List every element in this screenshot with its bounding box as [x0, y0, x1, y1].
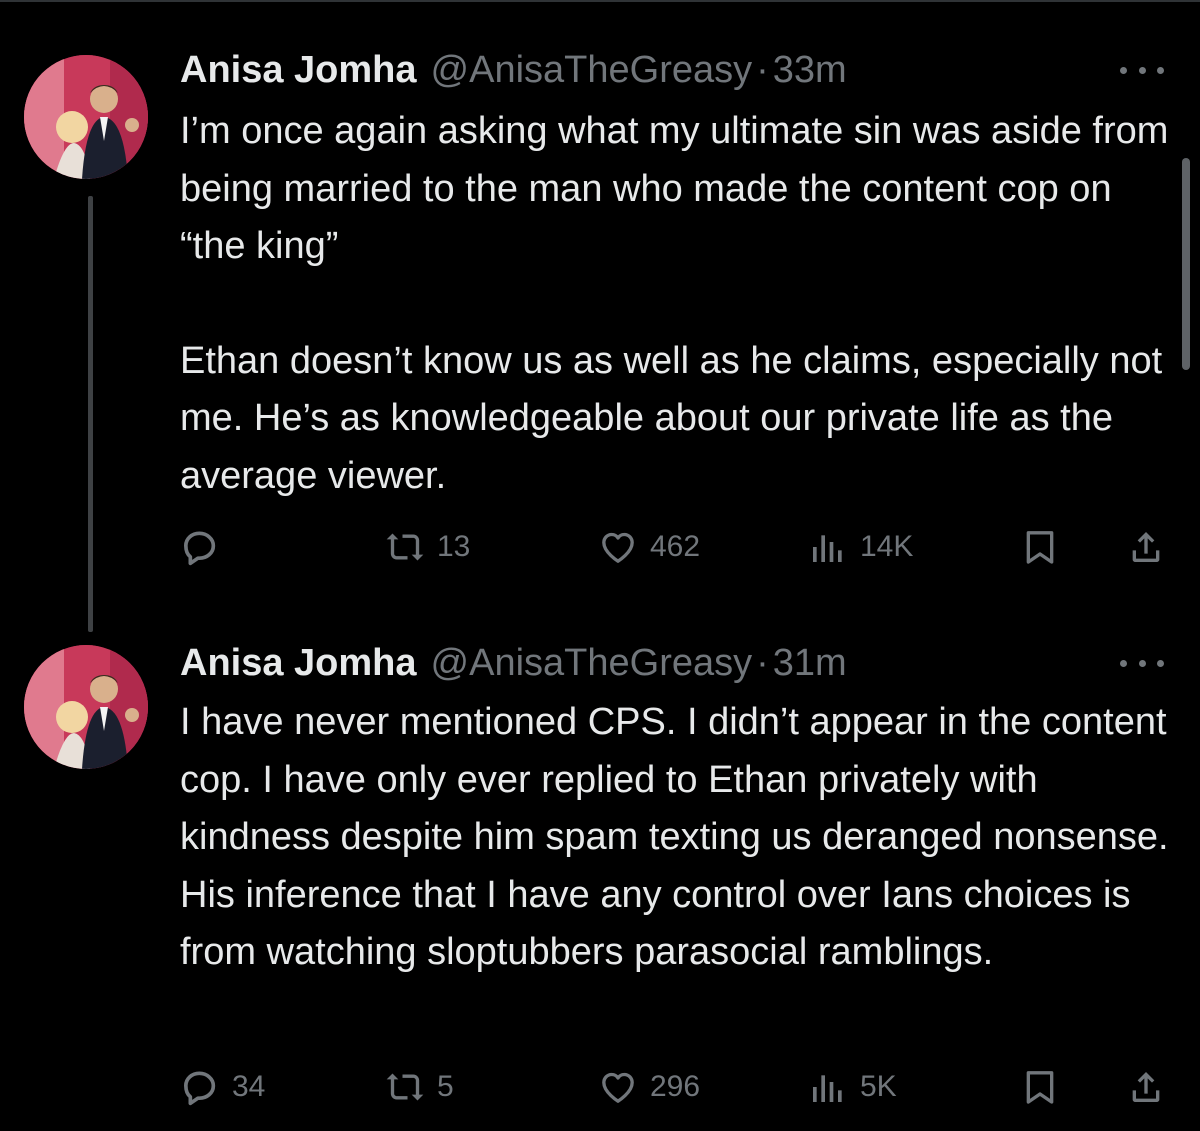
- like-count: 462: [650, 530, 701, 563]
- avatar[interactable]: [24, 645, 148, 769]
- tweet-header: Anisa Jomha @AnisaTheGreasy · 31m: [180, 638, 847, 688]
- retweet-count: 5: [437, 1070, 454, 1103]
- more-dot: [1120, 659, 1127, 667]
- bookmark-button[interactable]: [1020, 522, 1060, 572]
- retweet-icon: [386, 1073, 424, 1101]
- views-button[interactable]: 5K: [808, 1062, 897, 1112]
- more-dot: [1157, 659, 1164, 667]
- tweet-paragraph: Ethan doesn’t know us as well as he clai…: [180, 339, 1163, 497]
- retweet-button[interactable]: 13: [385, 522, 470, 572]
- more-dot: [1157, 66, 1164, 74]
- timestamp[interactable]: 31m: [773, 638, 847, 688]
- thread-line: [88, 196, 93, 632]
- separator-dot: ·: [756, 642, 769, 684]
- retweet-icon: [386, 533, 424, 561]
- tweet-header: Anisa Jomha @AnisaTheGreasy · 33m: [180, 45, 847, 95]
- bookmark-icon: [1026, 1071, 1054, 1104]
- more-dot: [1120, 66, 1127, 74]
- more-dot: [1138, 66, 1146, 74]
- reply-button[interactable]: [180, 522, 232, 572]
- retweet-button[interactable]: 5: [385, 1062, 454, 1112]
- display-name[interactable]: Anisa Jomha: [180, 638, 417, 688]
- avatar[interactable]: [24, 55, 148, 179]
- views-count: 5K: [860, 1070, 897, 1103]
- retweet-count: 13: [437, 530, 471, 563]
- reply-count: 34: [232, 1070, 266, 1103]
- share-icon: [1132, 532, 1160, 562]
- scrollbar[interactable]: [1182, 158, 1190, 370]
- like-button[interactable]: 296: [598, 1062, 700, 1112]
- views-count: 14K: [860, 530, 914, 563]
- bookmark-icon: [1026, 531, 1054, 564]
- reply-icon: [184, 531, 216, 566]
- tweet-paragraph: I have never mentioned CPS. I didn’t app…: [180, 701, 1169, 973]
- tweet-1[interactable]: Anisa Jomha @AnisaTheGreasy · 33m I’m on…: [0, 0, 1200, 632]
- username-handle[interactable]: @AnisaTheGreasy: [431, 638, 753, 688]
- heart-icon: [602, 532, 634, 563]
- like-count: 296: [650, 1070, 701, 1103]
- action-bar: 34 5 296 5K: [180, 1062, 1170, 1112]
- tweet-text: I’m once again asking what my ultimate s…: [180, 103, 1170, 505]
- views-icon: [813, 1075, 842, 1102]
- views-button[interactable]: 14K: [808, 522, 913, 572]
- tweet-2[interactable]: Anisa Jomha @AnisaTheGreasy · 31m I have…: [0, 630, 1200, 1131]
- separator-dot: ·: [756, 49, 769, 91]
- bookmark-button[interactable]: [1020, 1062, 1060, 1112]
- share-button[interactable]: [1126, 522, 1166, 572]
- views-icon: [813, 535, 842, 562]
- reply-button[interactable]: 34: [180, 1062, 265, 1112]
- tweet-text: I have never mentioned CPS. I didn’t app…: [180, 694, 1170, 982]
- heart-icon: [602, 1072, 634, 1103]
- share-button[interactable]: [1126, 1062, 1166, 1112]
- tweet-paragraph: I’m once again asking what my ultimate s…: [180, 110, 1169, 267]
- avatar-photo-icon: [24, 645, 148, 769]
- share-icon: [1132, 1072, 1160, 1102]
- display-name[interactable]: Anisa Jomha: [180, 45, 417, 95]
- reply-icon: [184, 1071, 216, 1106]
- timestamp[interactable]: 33m: [773, 45, 847, 95]
- username-handle[interactable]: @AnisaTheGreasy: [431, 45, 753, 95]
- like-button[interactable]: 462: [598, 522, 700, 572]
- more-icon[interactable]: [1120, 55, 1164, 85]
- action-bar: 13 462 14K: [180, 522, 1170, 572]
- more-icon[interactable]: [1120, 648, 1164, 678]
- more-dot: [1138, 659, 1146, 667]
- avatar-photo-icon: [24, 55, 148, 179]
